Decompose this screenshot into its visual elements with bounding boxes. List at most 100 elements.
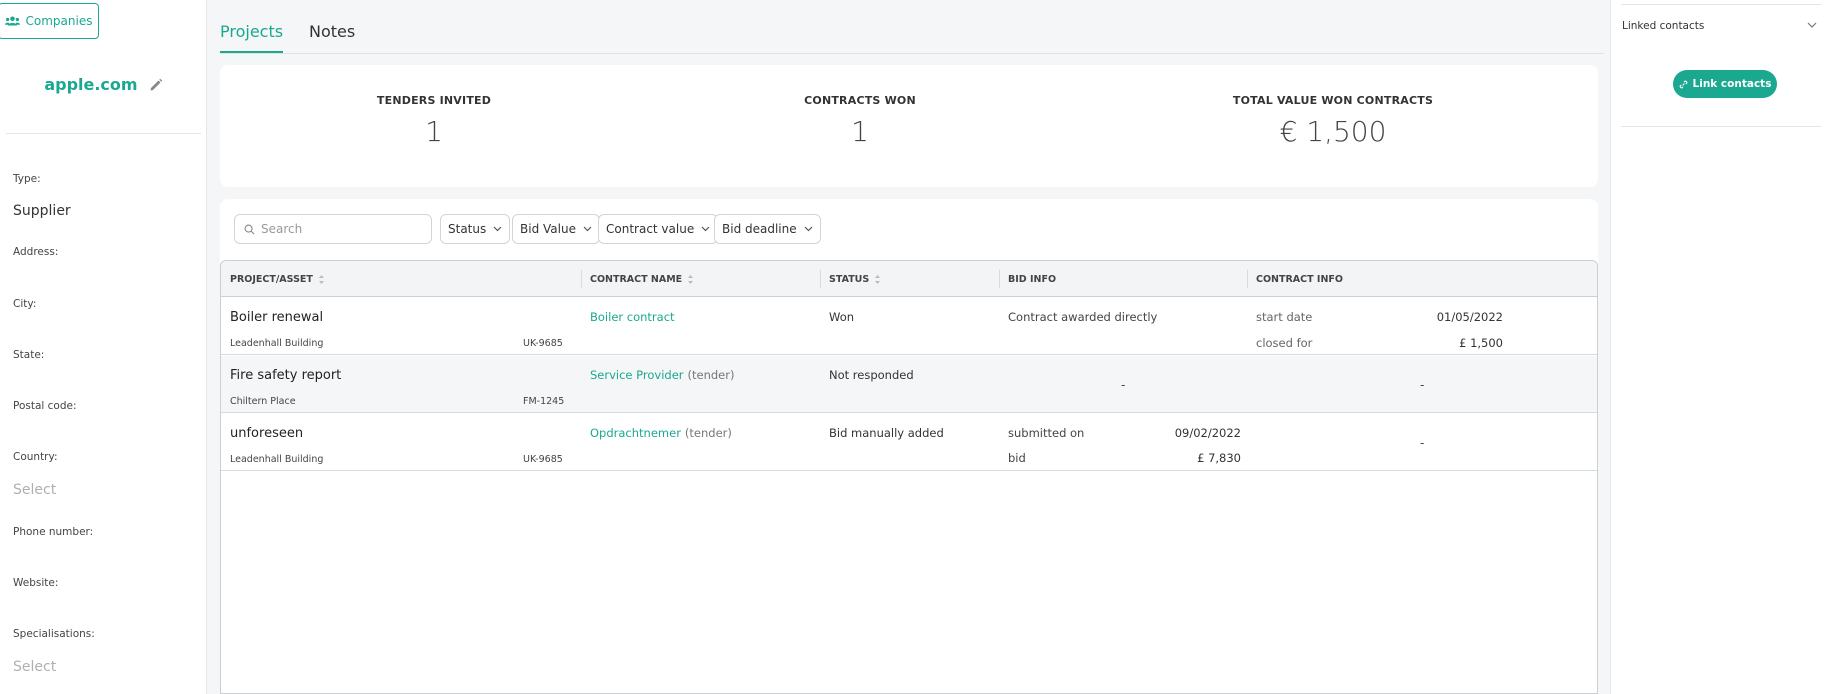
link-contacts-label: Link contacts xyxy=(1692,78,1772,90)
contract-info-value: £ 1,500 xyxy=(1459,336,1503,350)
stat-value: 1 xyxy=(851,115,869,148)
stats-card: TENDERS INVITED 1 CONTRACTS WON 1 TOTAL … xyxy=(220,65,1598,187)
contract-info-label: start date xyxy=(1256,310,1313,324)
chevron-down-icon xyxy=(701,226,710,232)
header-label: CONTRACT NAME xyxy=(590,274,683,285)
companies-button-label: Companies xyxy=(25,14,93,28)
stat-total-value: TOTAL VALUE WON CONTRACTS € 1,500 xyxy=(1183,94,1483,148)
country-label: Country: xyxy=(13,451,58,463)
filter-label: Contract value xyxy=(606,222,695,236)
tab-notes[interactable]: Notes xyxy=(309,22,355,51)
asset-code: FM-1245 xyxy=(523,396,565,407)
header-label: PROJECT/ASSET xyxy=(230,274,313,285)
row-status: Not responded xyxy=(829,368,914,382)
asset-name: Leadenhall Building xyxy=(230,454,324,465)
contract-info-label: closed for xyxy=(1256,336,1313,350)
asset-code: UK-9685 xyxy=(523,338,563,349)
search-input[interactable]: Search xyxy=(234,214,432,244)
type-value[interactable]: Supplier xyxy=(13,203,71,219)
address-label: Address: xyxy=(13,246,59,258)
contract-name: Service Provider xyxy=(590,368,684,382)
company-title: apple.com xyxy=(0,74,207,94)
link-contacts-button[interactable]: Link contacts xyxy=(1673,70,1777,98)
table-row[interactable]: unforeseen Leadenhall Building UK-9685 O… xyxy=(221,414,1597,471)
sort-icon xyxy=(688,275,694,284)
contract-name: Boiler contract xyxy=(590,310,675,324)
filter-status[interactable]: Status xyxy=(440,214,511,244)
stat-value: € 1,500 xyxy=(1279,115,1387,148)
asset-name: Chiltern Place xyxy=(230,396,296,407)
row-status: Won xyxy=(829,310,855,324)
column-divider xyxy=(999,270,1000,288)
filter-label: Bid Value xyxy=(520,222,576,236)
specialisations-select[interactable]: Select xyxy=(13,659,56,675)
tab-projects[interactable]: Projects xyxy=(220,22,284,53)
filter-label: Status xyxy=(448,222,487,236)
project-name: Boiler renewal xyxy=(230,310,324,325)
panel-divider xyxy=(1621,4,1821,5)
table-row[interactable]: Fire safety report Chiltern Place FM-124… xyxy=(221,356,1597,413)
stat-contracts-won: CONTRACTS WON 1 xyxy=(750,94,970,148)
table-row[interactable]: Boiler renewal Leadenhall Building UK-96… xyxy=(221,298,1597,355)
chevron-down-icon xyxy=(583,226,592,232)
header-project-asset[interactable]: PROJECT/ASSET xyxy=(230,274,325,285)
sidebar-divider xyxy=(6,133,201,134)
header-label: STATUS xyxy=(829,274,870,285)
pencil-icon[interactable] xyxy=(149,78,163,92)
tender-tag: (tender) xyxy=(687,368,735,382)
filter-contract-value[interactable]: Contract value xyxy=(598,214,719,244)
state-label: State: xyxy=(13,349,45,361)
chevron-down-icon xyxy=(493,226,502,232)
asset-name: Leadenhall Building xyxy=(230,338,324,349)
column-divider xyxy=(820,270,821,288)
contract-info-value: 01/05/2022 xyxy=(1436,310,1503,324)
contract-name-link[interactable]: Boiler contract xyxy=(590,310,675,324)
table-header: PROJECT/ASSET CONTRACT NAME STATUS BID I… xyxy=(221,261,1597,297)
contract-name: Opdrachtnemer xyxy=(590,426,681,440)
chevron-down-icon xyxy=(804,226,813,232)
bid-info-label: submitted on xyxy=(1008,426,1085,440)
project-name: Fire safety report xyxy=(230,368,342,383)
header-bid-info: BID INFO xyxy=(1008,274,1056,285)
companies-button[interactable]: Companies xyxy=(0,3,99,39)
bid-info-text: Contract awarded directly xyxy=(1008,310,1158,324)
bid-info-empty: - xyxy=(1121,378,1126,392)
bid-info-value: 09/02/2022 xyxy=(1174,426,1241,440)
linked-contacts-panel: Linked contacts Link contacts xyxy=(1610,0,1830,694)
country-select[interactable]: Select xyxy=(13,482,56,498)
projects-table: PROJECT/ASSET CONTRACT NAME STATUS BID I… xyxy=(220,260,1598,694)
tender-tag: (tender) xyxy=(684,426,732,440)
website-label: Website: xyxy=(13,577,59,589)
contract-name-link[interactable]: Service Provider (tender) xyxy=(590,368,734,382)
bid-info-label: bid xyxy=(1008,451,1026,465)
link-icon xyxy=(1679,80,1687,88)
contract-info-empty: - xyxy=(1420,378,1425,392)
stat-label: TENDERS INVITED xyxy=(376,94,492,107)
header-contract-name[interactable]: CONTRACT NAME xyxy=(590,274,694,285)
search-icon xyxy=(244,224,255,234)
specialisations-label: Specialisations: xyxy=(13,628,95,640)
stat-label: CONTRACTS WON xyxy=(804,94,916,107)
filter-bid-value[interactable]: Bid Value xyxy=(512,214,600,244)
sort-icon xyxy=(875,275,881,284)
city-label: City: xyxy=(13,298,37,310)
chevron-down-icon[interactable] xyxy=(1807,22,1817,29)
row-status: Bid manually added xyxy=(829,426,944,440)
bid-info-value: £ 7,830 xyxy=(1197,451,1241,465)
header-contract-info: CONTRACT INFO xyxy=(1256,274,1343,285)
phone-number-label: Phone number: xyxy=(13,526,94,538)
stat-label: TOTAL VALUE WON CONTRACTS xyxy=(1232,94,1434,107)
stat-tenders-invited: TENDERS INVITED 1 xyxy=(324,94,544,148)
stat-value: 1 xyxy=(425,115,443,148)
column-divider xyxy=(581,270,582,288)
users-icon xyxy=(4,16,20,26)
panel-divider xyxy=(1621,126,1821,127)
contract-name-link[interactable]: Opdrachtnemer (tender) xyxy=(590,426,732,440)
linked-contacts-title: Linked contacts xyxy=(1622,20,1705,32)
tab-bar: Projects Notes xyxy=(220,14,1604,54)
main-content: Projects Notes TENDERS INVITED 1 CONTRAC… xyxy=(207,0,1610,694)
filter-bid-deadline[interactable]: Bid deadline xyxy=(714,214,821,244)
header-status[interactable]: STATUS xyxy=(829,274,881,285)
contract-info-empty: - xyxy=(1420,436,1425,450)
company-name: apple.com xyxy=(44,75,138,94)
